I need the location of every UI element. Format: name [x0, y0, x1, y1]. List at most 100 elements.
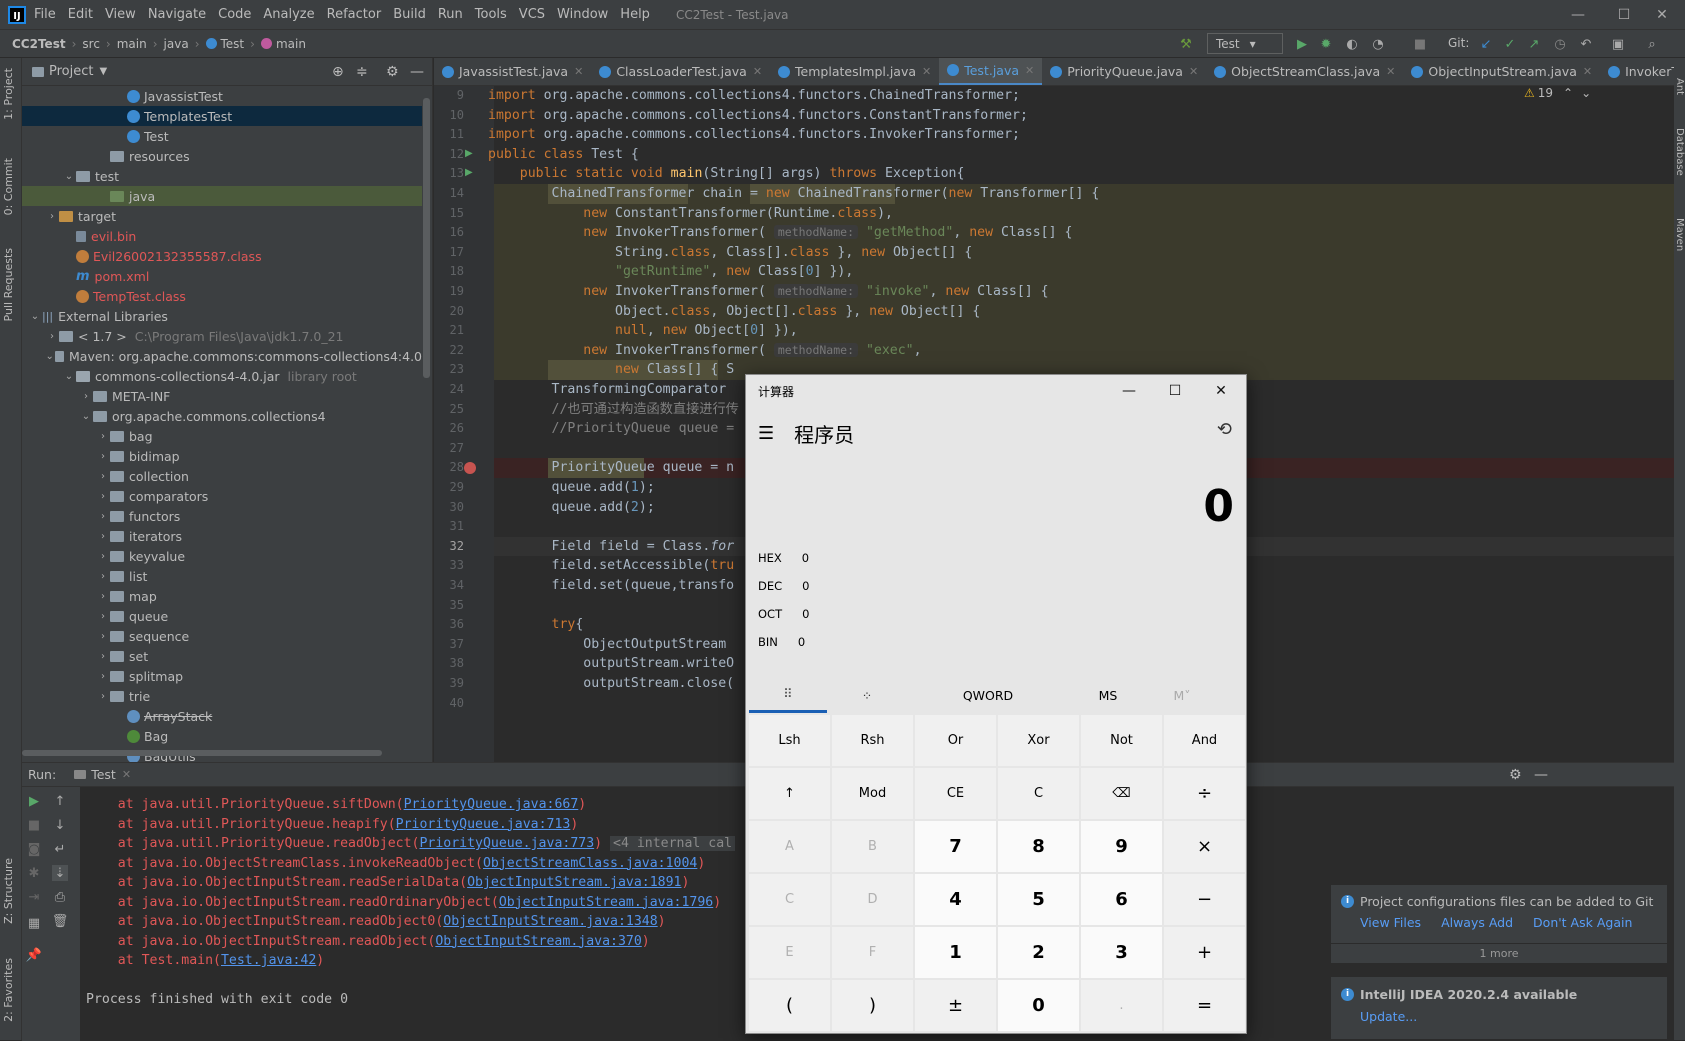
tool-window-maven[interactable]: Maven — [1674, 218, 1685, 251]
key-digit-8-button[interactable]: 8 — [998, 821, 1079, 872]
exit-icon[interactable]: ⇥ — [26, 889, 42, 905]
pin-icon[interactable]: 📌 — [26, 947, 42, 963]
tool-window-pull-requests[interactable]: Pull Requests — [2, 248, 15, 321]
project-structure-icon[interactable]: ▣ — [1610, 36, 1626, 52]
editor-tab[interactable]: ObjectInputStream.java ✕ — [1403, 58, 1600, 85]
up-icon[interactable]: ↑ — [52, 793, 68, 809]
hide-icon[interactable]: — — [410, 64, 424, 80]
minimize-icon[interactable]: — — [1555, 0, 1601, 30]
key-digit-3-button[interactable]: 3 — [1081, 927, 1162, 978]
key-hex-f-button[interactable]: F — [832, 927, 913, 978]
stack-frame-link[interactable]: PriorityQueue.java:773 — [419, 836, 594, 851]
close-icon[interactable]: ✕ — [753, 65, 762, 78]
chevron-right-icon[interactable]: › — [96, 531, 110, 542]
chevron-right-icon[interactable]: › — [96, 511, 110, 522]
tree-item[interactable]: › bag — [22, 426, 422, 446]
minimize-icon[interactable]: — — [1106, 375, 1152, 407]
menu-build[interactable]: Build — [393, 7, 426, 22]
stack-frame-link[interactable]: ObjectInputStream.java:1348 — [443, 914, 657, 929]
menu-window[interactable]: Window — [557, 7, 608, 22]
tree-item[interactable]: › splitmap — [22, 666, 422, 686]
trash-icon[interactable]: 🗑 — [52, 913, 69, 929]
tree-item[interactable]: › META-INF — [22, 386, 422, 406]
run-configuration-select[interactable]: Test ▾ — [1207, 33, 1283, 54]
history-icon[interactable]: ⟲ — [1217, 419, 1232, 440]
tree-item[interactable]: ArrayStack — [22, 706, 422, 726]
tree-item[interactable]: JavassistTest — [22, 86, 422, 106]
key-digit-9-button[interactable]: 9 — [1081, 821, 1162, 872]
chevron-down-icon[interactable]: ⌄ — [79, 411, 93, 422]
tree-item[interactable]: › bidimap — [22, 446, 422, 466]
key-digit-6-button[interactable]: 6 — [1081, 874, 1162, 925]
tool-window-structure[interactable]: Z: Structure — [2, 858, 15, 924]
breadcrumb-main[interactable]: main — [117, 37, 147, 51]
run-gutter-icon[interactable]: ▶ — [465, 148, 473, 159]
full-keypad-icon[interactable]: ⠿ — [749, 677, 827, 713]
menu-navigate[interactable]: Navigate — [148, 7, 206, 22]
key-equals-button[interactable]: = — [1164, 980, 1245, 1031]
key-subtract-button[interactable]: − — [1164, 874, 1245, 925]
stack-frame-link[interactable]: ObjectStreamClass.java:1004 — [483, 856, 697, 871]
key-hex-a-button[interactable]: A — [749, 821, 830, 872]
key-digit-7-button[interactable]: 7 — [915, 821, 996, 872]
stack-frame-link[interactable]: ObjectInputStream.java:1891 — [467, 875, 681, 890]
search-everywhere-icon[interactable]: ⌕ — [1644, 36, 1660, 52]
key-digit-5-button[interactable]: 5 — [998, 874, 1079, 925]
tree-item[interactable]: Test — [22, 126, 422, 146]
history-icon[interactable]: ◷ — [1552, 36, 1568, 52]
run-tab-test[interactable]: Test ✕ — [70, 767, 135, 782]
chevron-right-icon[interactable]: › — [96, 651, 110, 662]
menu-help[interactable]: Help — [620, 7, 650, 22]
dont-ask-again-link[interactable]: Don't Ask Again — [1533, 915, 1632, 930]
chevron-right-icon[interactable]: › — [96, 571, 110, 582]
chevron-right-icon[interactable]: › — [79, 391, 93, 402]
project-hscrollbar[interactable] — [22, 750, 382, 756]
key-add-button[interactable]: + — [1164, 927, 1245, 978]
tree-item[interactable]: Bag — [22, 726, 422, 746]
tree-item[interactable]: java — [22, 186, 422, 206]
tree-item[interactable]: › sequence — [22, 626, 422, 646]
stack-frame-link[interactable]: ObjectInputStream.java:1796 — [499, 895, 713, 910]
key-rsh-button[interactable]: Rsh — [832, 715, 913, 766]
close-icon[interactable]: ✕ — [122, 768, 131, 781]
key-hex-c-button[interactable]: C — [749, 874, 830, 925]
key-clear-entry-button[interactable]: CE — [915, 768, 996, 819]
layout-icon[interactable]: ▦ — [26, 915, 42, 931]
tree-item[interactable]: › target — [22, 206, 422, 226]
key-or-button[interactable]: Or — [915, 715, 996, 766]
camera-icon[interactable]: ◙ — [26, 841, 42, 857]
menu-analyze[interactable]: Analyze — [263, 7, 314, 22]
more-notifications[interactable]: 1 more — [1331, 943, 1667, 964]
print-icon[interactable]: ⎙ — [52, 889, 68, 905]
breadcrumb-test[interactable]: Test — [221, 37, 245, 51]
chevron-right-icon[interactable]: › — [96, 591, 110, 602]
chevron-right-icon[interactable]: › — [96, 471, 110, 482]
tree-item[interactable]: › < 1.7 > C:\Program Files\Java\jdk1.7.0_2… — [22, 326, 422, 346]
editor-tab[interactable]: InvokerTrans✕ — [1600, 58, 1674, 85]
editor-tab[interactable]: ClassLoaderTest.java ✕ — [591, 58, 770, 85]
memory-list-button[interactable]: M˅ — [1147, 688, 1217, 703]
key-shift-button[interactable]: ↑ — [749, 768, 830, 819]
tree-item[interactable]: m pom.xml — [22, 266, 422, 286]
tree-item[interactable]: ⌄ test — [22, 166, 422, 186]
chevron-right-icon[interactable]: › — [96, 611, 110, 622]
soft-wrap-icon[interactable]: ↵ — [52, 841, 68, 857]
chevron-right-icon[interactable]: › — [96, 451, 110, 462]
gear-icon[interactable]: ⚙ — [386, 64, 399, 80]
tree-item[interactable]: TempTest.class — [22, 286, 422, 306]
tree-item[interactable]: › map — [22, 586, 422, 606]
stack-frame-link[interactable]: Test.java:42 — [221, 953, 316, 968]
editor-tab[interactable]: ObjectStreamClass.java ✕ — [1206, 58, 1403, 85]
update-link[interactable]: Update... — [1360, 1009, 1417, 1024]
tree-item[interactable]: resources — [22, 146, 422, 166]
breadcrumb-src[interactable]: src — [82, 37, 100, 51]
locate-icon[interactable]: ⊕ — [332, 64, 344, 80]
key-decimal-button[interactable]: . — [1081, 980, 1162, 1031]
key-divide-button[interactable]: ÷ — [1164, 768, 1245, 819]
bit-toggle-keypad-icon[interactable]: ⁘ — [827, 688, 907, 703]
tree-item[interactable]: ⌄ Maven: org.apache.commons:commons-colle… — [22, 346, 422, 366]
tree-item[interactable]: › iterators — [22, 526, 422, 546]
tree-item[interactable]: › trie — [22, 686, 422, 706]
close-icon[interactable]: ✕ — [1583, 65, 1592, 78]
git-update-icon[interactable]: ↙ — [1478, 36, 1494, 52]
